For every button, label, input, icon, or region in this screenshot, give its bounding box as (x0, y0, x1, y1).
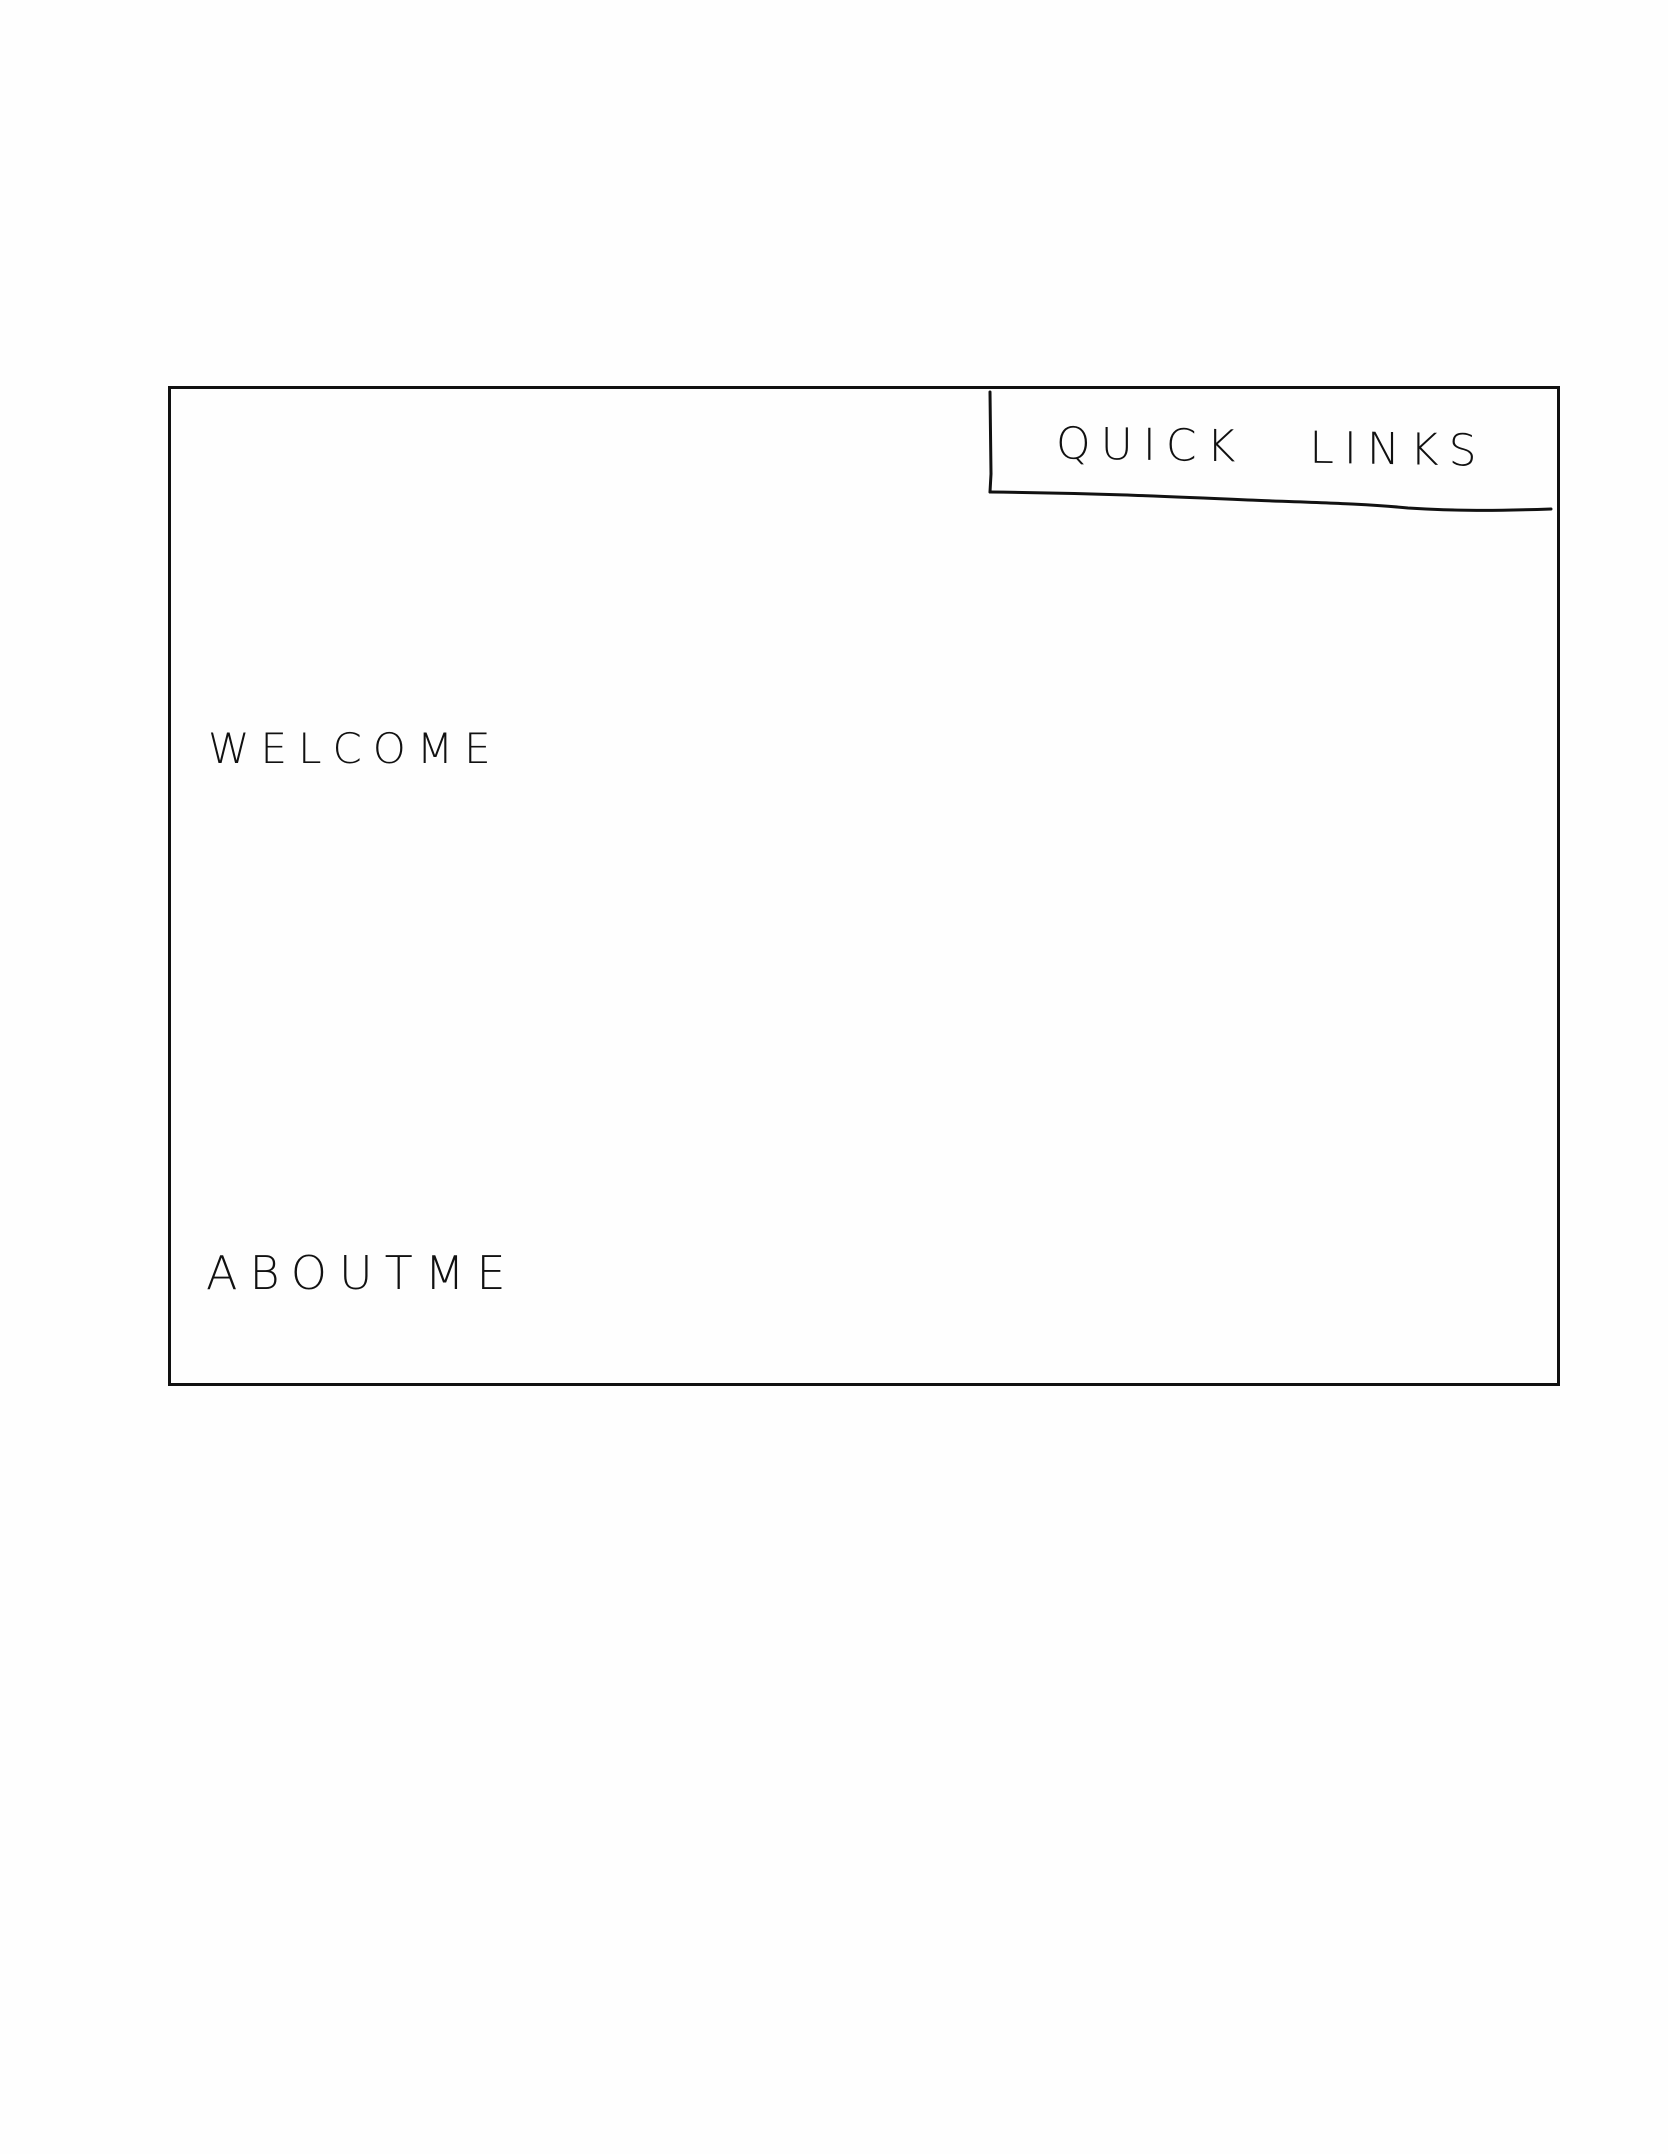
about-me-label[interactable]: ABOUTME (206, 1246, 518, 1300)
page-frame (168, 386, 1560, 1386)
welcome-label: WELCOME (208, 724, 502, 773)
quick-links-label[interactable]: QUICK LINKS (1056, 418, 1487, 477)
quick-links-panel[interactable]: QUICK LINKS (988, 390, 1554, 520)
